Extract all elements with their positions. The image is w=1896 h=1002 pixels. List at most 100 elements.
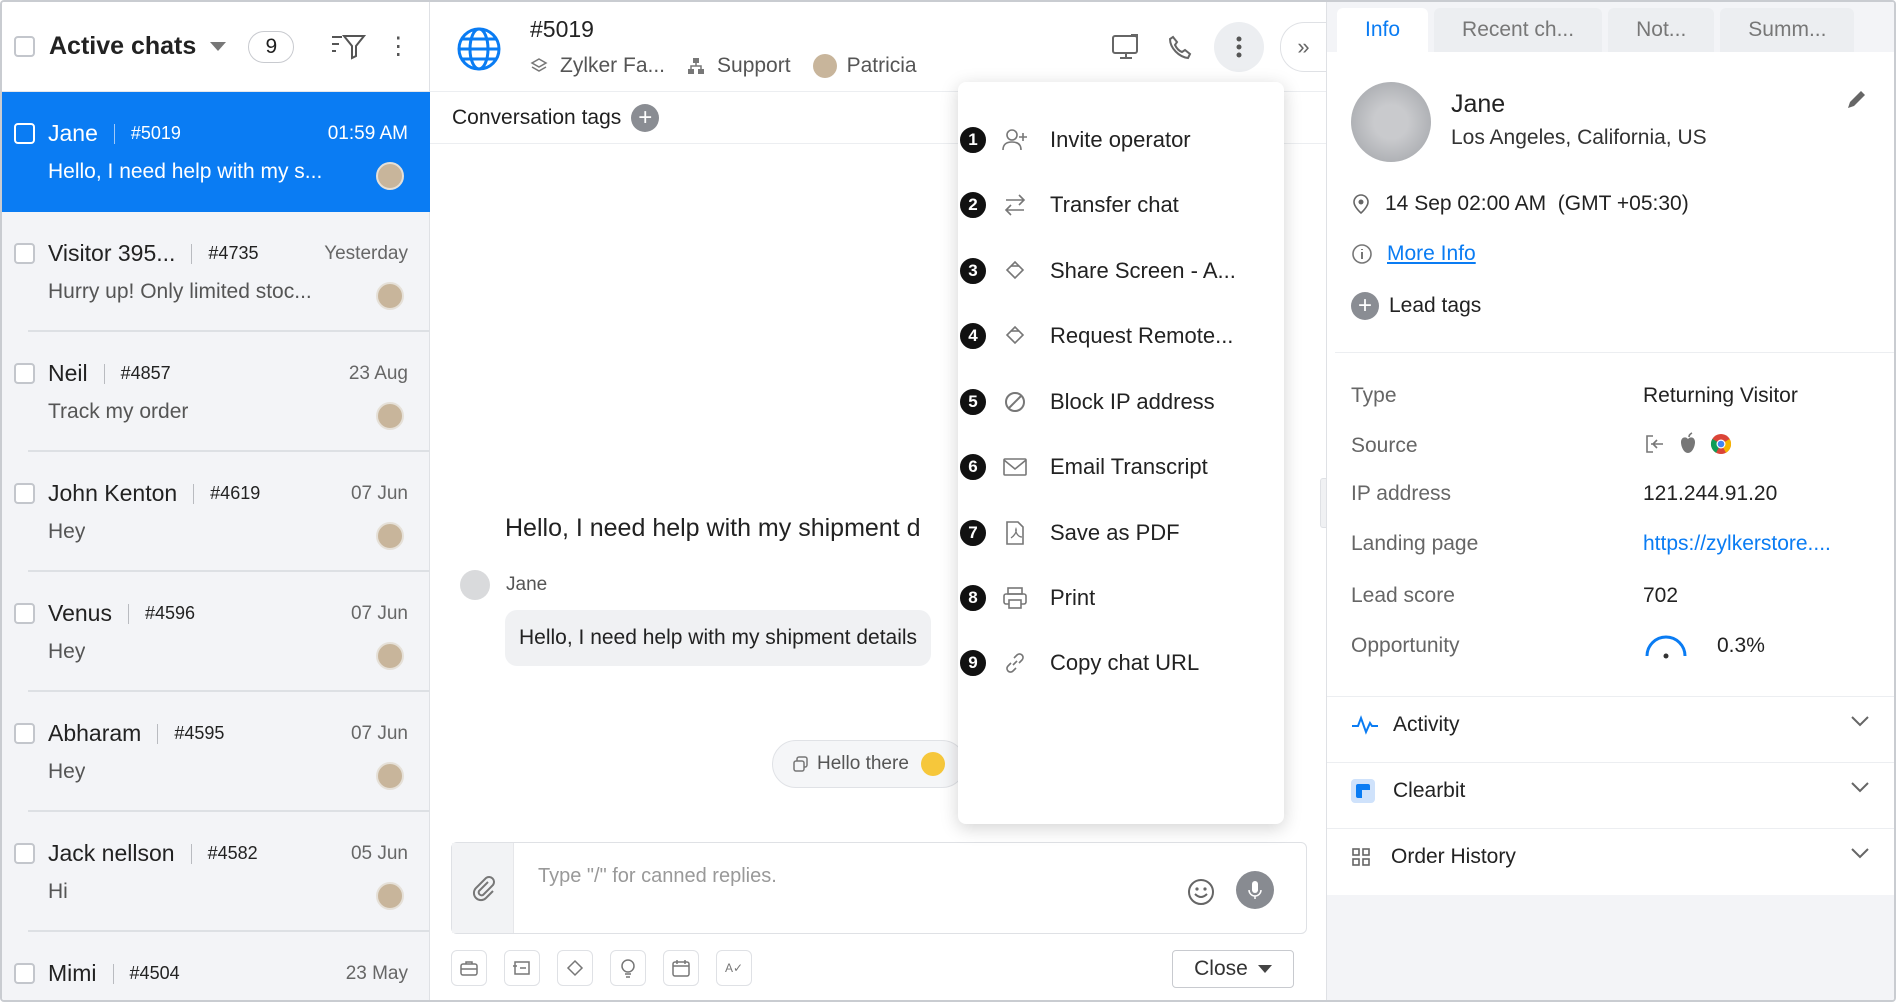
chat-checkbox[interactable] [14,123,35,144]
chat-checkbox[interactable] [14,603,35,624]
copy-icon [793,756,808,772]
more-info-link[interactable]: More Info [1387,242,1476,266]
chat-checkbox[interactable] [14,963,35,984]
info-icon [1352,244,1372,264]
chat-time: 07 Jun [350,602,408,624]
menu-item-transfer-chat[interactable]: 2 Transfer chat [958,175,1284,235]
activity-section[interactable]: Activity [1327,696,1894,752]
app-window: Active chats 9 ⋮ Jane #5019 01:59 AM Hello,… [0,0,1896,1002]
chat-id: #4735 [208,243,259,263]
paperclip-icon [472,876,495,902]
menu-item-email-transcript[interactable]: 6 Email Transcript [958,437,1284,497]
tab-recent-chats[interactable]: Recent ch... [1434,8,1603,52]
menu-item-copy-chat-url[interactable]: 9 Copy chat URL [958,633,1284,693]
chat-checkbox[interactable] [14,363,35,384]
chat-list-item[interactable]: John Kenton #4619 07 Jun Hey [2,452,430,572]
chat-list-item[interactable]: Jack nellson #4582 05 Jun Hi [2,812,430,932]
microphone-button[interactable] [1236,871,1274,909]
chat-list-item[interactable]: Mimi#450423 MayHere are some articles th… [2,932,430,1000]
select-all-checkbox[interactable] [14,36,35,57]
chat-list-item[interactable]: Visitor 395... #4735 Yesterday Hurry up! On… [2,212,430,332]
tab-summary[interactable]: Summ... [1720,8,1855,52]
transfer-screen-icon[interactable] [504,950,540,986]
microphone-icon [1248,881,1262,899]
chat-last-message: Hello, I need help with my s... [48,160,323,183]
chat-list-item[interactable]: Jane #5019 01:59 AM Hello, I need help with… [2,92,430,212]
opportunity-label: Opportunity [1351,634,1460,657]
menu-item-print[interactable]: 8 Print [958,568,1284,628]
smile-emoji-icon [920,752,945,776]
clearbit-section[interactable]: Clearbit [1327,762,1894,818]
canned-reply-chip[interactable]: Hello there [772,740,966,788]
canned-reply-text: Hello there [817,753,909,774]
message-input[interactable]: Type "/" for canned replies. [538,865,777,888]
tab-info[interactable]: Info [1337,8,1429,52]
chat-checkbox[interactable] [14,483,35,504]
emoji-icon[interactable] [1186,877,1216,907]
department-name[interactable]: Support [717,54,791,78]
more-options-icon[interactable]: ⋮ [386,32,410,61]
chat-time: 23 Aug [348,362,408,384]
chrome-icon [1709,432,1733,461]
transfer-icon [1000,190,1030,220]
add-lead-tag-button[interactable]: + [1351,292,1379,320]
menu-item-share-screen-a[interactable]: 3 Share Screen - A... [958,241,1284,301]
info-tabs: Info Recent ch... Not... Summ... [1327,2,1894,52]
attachment-button[interactable] [452,843,514,933]
remote-access-icon[interactable] [557,950,593,986]
chevron-down-icon[interactable] [1850,847,1870,859]
source-label: Source [1351,434,1418,457]
chat-count-badge: 9 [248,30,295,63]
chat-id: #4619 [210,483,261,503]
chat-time: 07 Jun [350,482,408,504]
lightbulb-icon[interactable] [610,950,646,986]
screen-share-icon[interactable] [1106,27,1146,67]
chevron-down-icon[interactable] [1850,781,1870,793]
collapse-panel-button[interactable]: » [1280,22,1326,72]
brand-name[interactable]: Zylker Fa... [560,54,665,78]
step-number-badge: 3 [958,256,988,286]
lead-score-label: Lead score [1351,584,1455,607]
divider [193,483,195,504]
chat-checkbox[interactable] [14,723,35,744]
tab-notes[interactable]: Not... [1608,8,1715,52]
chat-visitor-name: Jane [48,120,98,146]
chevron-down-icon[interactable] [1850,715,1870,727]
menu-item-label: Share Screen - A... [1050,258,1236,283]
composer-toolbar: A✓ [451,950,769,986]
chat-list-item[interactable]: Neil #4857 23 Aug Track my order [2,332,430,452]
globe-icon [457,27,501,71]
phone-icon[interactable] [1160,27,1200,67]
calendar-icon[interactable] [663,950,699,986]
chat-id: #4857 [120,363,171,383]
briefcase-icon[interactable] [451,950,487,986]
menu-item-request-remote[interactable]: 4 Request Remote... [958,306,1284,366]
order-history-section[interactable]: Order History [1327,828,1894,884]
chat-checkbox[interactable] [14,843,35,864]
avatar [376,282,404,310]
chat-id: #5019 [130,123,181,143]
chat-checkbox[interactable] [14,243,35,264]
more-actions-button[interactable] [1214,22,1264,72]
chat-list-title[interactable]: Active chats [49,32,196,61]
menu-item-save-as-pdf[interactable]: 7 Save as PDF [958,503,1284,563]
menu-item-block-ip-address[interactable]: 5 Block IP address [958,372,1284,432]
menu-item-invite-operator[interactable]: 1 Invite operator [958,110,1284,170]
close-chat-button[interactable]: Close [1172,950,1294,988]
filter-icon[interactable] [330,32,367,62]
spellcheck-icon[interactable]: A✓ [716,950,752,986]
chevron-down-icon[interactable] [1257,965,1272,973]
chat-list-item[interactable]: Venus #4596 07 Jun Hey [2,572,430,692]
visitor-time-row: 14 Sep 02:00 AM (GMT +05:30) [1351,192,1689,216]
clearbit-icon [1351,778,1375,803]
add-tag-button[interactable]: + [631,103,660,132]
chevron-down-icon[interactable] [210,42,227,51]
edit-icon[interactable] [1844,88,1868,112]
chat-id: #4595 [174,723,225,743]
chat-list-item[interactable]: Abharam #4595 07 Jun Hey [2,692,430,812]
landing-page-label: Landing page [1351,532,1479,555]
lead-tags-label: Lead tags [1389,294,1482,317]
chat-last-message: Hurry up! Only limited stoc... [48,280,312,303]
landing-page-link[interactable]: https://zylkerstore.... [1643,532,1831,556]
operator-name[interactable]: Patricia [847,54,917,78]
